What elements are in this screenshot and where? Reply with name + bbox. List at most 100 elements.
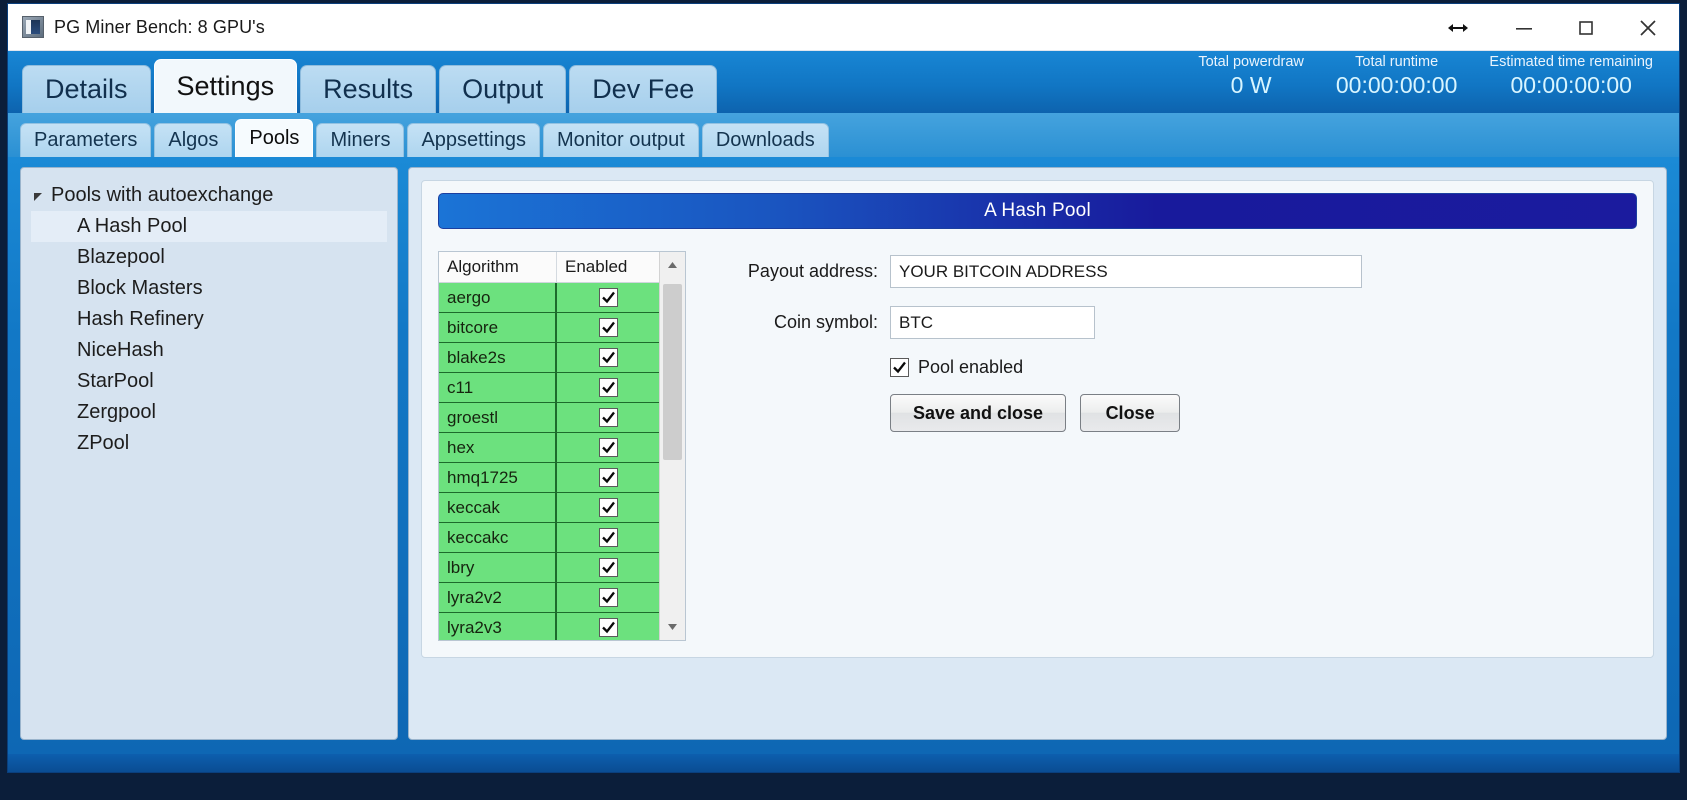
tree-item-zergpool[interactable]: Zergpool <box>31 397 387 428</box>
row-enabled-checkbox[interactable] <box>598 468 618 487</box>
table-row[interactable]: lyra2v3 <box>439 613 659 640</box>
tree-item-nicehash[interactable]: NiceHash <box>31 335 387 366</box>
table-row[interactable]: groestl <box>439 403 659 433</box>
row-enabled-checkbox[interactable] <box>598 498 618 517</box>
tree-item-a-hash-pool[interactable]: A Hash Pool <box>31 211 387 242</box>
enabled-cell[interactable] <box>557 463 659 492</box>
enabled-cell[interactable] <box>557 313 659 342</box>
save-and-close-button[interactable]: Save and close <box>890 394 1067 432</box>
tree-item-hash-refinery[interactable]: Hash Refinery <box>31 304 387 335</box>
main-tab-bar: Details Settings Results Output Dev Fee <box>22 59 718 113</box>
status-label: Estimated time remaining <box>1489 54 1653 70</box>
scroll-down-arrow-icon[interactable] <box>660 614 685 640</box>
status-total-powerdraw: Total powerdraw 0 W <box>1182 53 1320 98</box>
enabled-cell[interactable] <box>557 373 659 402</box>
status-value: 0 W <box>1230 72 1272 98</box>
tab-output[interactable]: Output <box>439 65 567 113</box>
payout-address-input[interactable]: YOUR BITCOIN ADDRESS <box>890 255 1362 288</box>
expand-collapse-triangle-icon[interactable] <box>31 180 45 211</box>
subtab-miners[interactable]: Miners <box>316 123 405 157</box>
pool-card: A Hash Pool Algorithm Enabled aergo bitco… <box>421 180 1654 658</box>
status-label: Total powerdraw <box>1198 54 1304 70</box>
pool-settings-form: Payout address: YOUR BITCOIN ADDRESS Coi… <box>686 251 1637 641</box>
maximize-button[interactable] <box>1555 4 1617 51</box>
scroll-up-arrow-icon[interactable] <box>660 252 685 278</box>
top-bar: Total powerdraw 0 W Total runtime 00:00:… <box>8 51 1679 113</box>
status-value: 00:00:00:00 <box>1510 72 1632 98</box>
row-enabled-checkbox[interactable] <box>598 588 618 607</box>
subtab-appsettings[interactable]: Appsettings <box>407 123 540 157</box>
subtab-monitor-output[interactable]: Monitor output <box>542 123 699 157</box>
table-row[interactable]: c11 <box>439 373 659 403</box>
subtab-parameters[interactable]: Parameters <box>20 123 152 157</box>
algorithm-name-cell: lbry <box>439 553 557 582</box>
status-label: Total runtime <box>1355 54 1439 70</box>
row-enabled-checkbox[interactable] <box>598 348 618 367</box>
algorithm-name-cell: blake2s <box>439 343 557 372</box>
pool-card-body: Algorithm Enabled aergo bitcore blake2s c11… <box>438 251 1637 641</box>
app-logo-icon <box>22 16 44 38</box>
tab-results[interactable]: Results <box>300 65 437 113</box>
close-button[interactable] <box>1617 4 1679 51</box>
grid-header-enabled: Enabled <box>565 257 628 276</box>
window-controls <box>1423 4 1679 51</box>
minimize-button[interactable] <box>1493 4 1555 51</box>
pool-enabled-row[interactable]: Pool enabled <box>890 357 1637 378</box>
subtab-pools[interactable]: Pools <box>235 119 314 157</box>
coin-symbol-input[interactable]: BTC <box>890 306 1095 339</box>
algorithms-grid-scrollbar[interactable] <box>659 252 685 640</box>
row-enabled-checkbox[interactable] <box>598 528 618 547</box>
pool-enabled-checkbox[interactable] <box>890 358 909 377</box>
enabled-cell[interactable] <box>557 553 659 582</box>
table-row[interactable]: keccak <box>439 493 659 523</box>
tree-root-pools-with-autoexchange[interactable]: Pools with autoexchange <box>31 180 387 211</box>
tree-item-zpool[interactable]: ZPool <box>31 428 387 459</box>
coin-symbol-label: Coin symbol: <box>773 312 878 332</box>
enabled-cell[interactable] <box>557 493 659 522</box>
row-enabled-checkbox[interactable] <box>598 288 618 307</box>
grid-header-row: Algorithm Enabled <box>439 252 659 283</box>
payout-address-label: Payout address: <box>747 261 878 281</box>
row-enabled-checkbox[interactable] <box>598 378 618 397</box>
resize-arrows-icon[interactable] <box>1423 4 1493 51</box>
enabled-cell[interactable] <box>557 433 659 462</box>
status-strip: Total powerdraw 0 W Total runtime 00:00:… <box>1182 51 1669 98</box>
scrollbar-thumb[interactable] <box>663 284 682 460</box>
algorithm-name-cell: keccakc <box>439 523 557 552</box>
tree-item-starpool[interactable]: StarPool <box>31 366 387 397</box>
table-row[interactable]: lyra2v2 <box>439 583 659 613</box>
row-enabled-checkbox[interactable] <box>598 558 618 577</box>
enabled-cell[interactable] <box>557 583 659 612</box>
tab-details[interactable]: Details <box>22 65 151 113</box>
coin-symbol-row: Coin symbol: BTC <box>730 306 1637 339</box>
pool-enabled-label: Pool enabled <box>918 357 1024 377</box>
table-row[interactable]: blake2s <box>439 343 659 373</box>
enabled-cell[interactable] <box>557 403 659 432</box>
subtab-downloads[interactable]: Downloads <box>701 123 829 157</box>
close-button-form[interactable]: Close <box>1080 394 1181 432</box>
tab-dev-fee[interactable]: Dev Fee <box>569 65 718 113</box>
row-enabled-checkbox[interactable] <box>598 438 618 457</box>
sub-tab-list: Parameters Algos Pools Miners Appsetting… <box>20 117 829 157</box>
tree-item-blazepool[interactable]: Blazepool <box>31 242 387 273</box>
table-row[interactable]: lbry <box>439 553 659 583</box>
enabled-cell[interactable] <box>557 523 659 552</box>
enabled-cell[interactable] <box>557 613 659 640</box>
tab-settings[interactable]: Settings <box>153 59 298 113</box>
table-row[interactable]: hmq1725 <box>439 463 659 493</box>
table-row[interactable]: hex <box>439 433 659 463</box>
application-window: PG Miner Bench: 8 GPU's Total powerdraw … <box>7 3 1680 773</box>
table-row[interactable]: aergo <box>439 283 659 313</box>
table-row[interactable]: bitcore <box>439 313 659 343</box>
subtab-algos[interactable]: Algos <box>154 123 233 157</box>
scrollbar-track[interactable] <box>660 278 685 614</box>
algorithm-name-cell: aergo <box>439 283 557 312</box>
enabled-cell[interactable] <box>557 343 659 372</box>
row-enabled-checkbox[interactable] <box>598 618 618 637</box>
row-enabled-checkbox[interactable] <box>598 318 618 337</box>
table-row[interactable]: keccakc <box>439 523 659 553</box>
row-enabled-checkbox[interactable] <box>598 408 618 427</box>
content-area: Pools with autoexchange A Hash Pool Blaz… <box>8 157 1679 754</box>
enabled-cell[interactable] <box>557 283 659 312</box>
tree-item-block-masters[interactable]: Block Masters <box>31 273 387 304</box>
